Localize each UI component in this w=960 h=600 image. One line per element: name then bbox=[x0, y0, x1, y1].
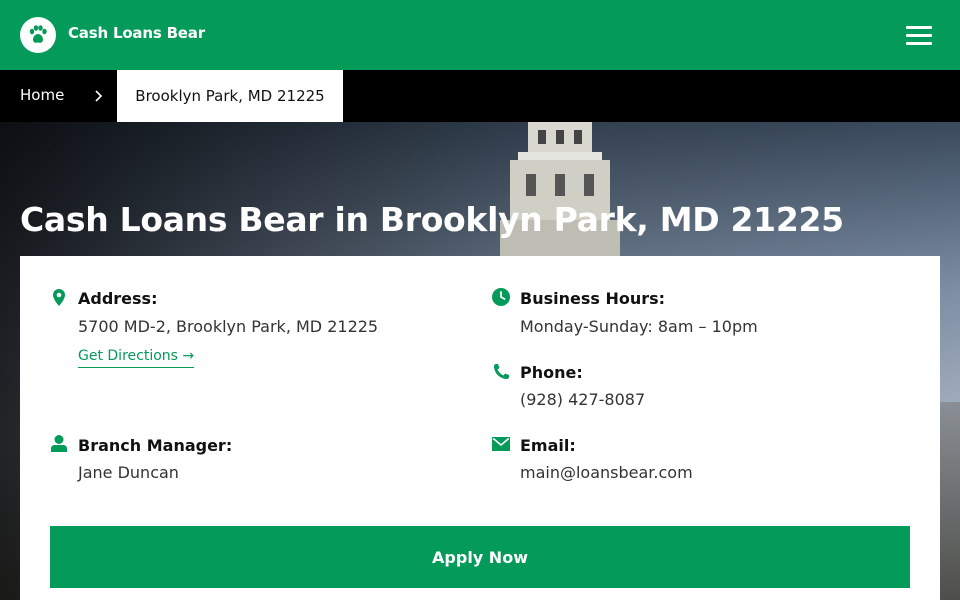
breadcrumb-home-link[interactable]: Home bbox=[20, 86, 64, 104]
business-hours-value: Monday-Sunday: 8am – 10pm bbox=[520, 317, 758, 336]
building-tower-image bbox=[500, 122, 620, 262]
envelope-icon bbox=[492, 437, 510, 451]
breadcrumb-current: Brooklyn Park, MD 21225 bbox=[117, 70, 343, 122]
location-info-card: Address: 5700 MD-2, Brooklyn Park, MD 21… bbox=[20, 256, 940, 600]
email-value[interactable]: main@loansbear.com bbox=[520, 463, 693, 482]
hamburger-line bbox=[906, 42, 932, 45]
chevron-right-icon bbox=[95, 90, 103, 102]
phone-icon bbox=[494, 364, 509, 379]
brand-name[interactable]: Cash Loans Bear bbox=[68, 24, 205, 42]
email-label: Email: bbox=[520, 436, 576, 455]
clock-icon bbox=[492, 288, 510, 306]
hamburger-line bbox=[906, 34, 932, 37]
hamburger-menu-button[interactable] bbox=[900, 22, 938, 50]
top-nav-bar: Cash Loans Bear bbox=[0, 0, 960, 70]
address-label: Address: bbox=[78, 289, 158, 308]
branch-manager-label: Branch Manager: bbox=[78, 436, 233, 455]
user-icon bbox=[51, 435, 67, 452]
address-value: 5700 MD-2, Brooklyn Park, MD 21225 bbox=[78, 317, 379, 336]
map-pin-icon bbox=[53, 289, 65, 306]
phone-value[interactable]: (928) 427-8087 bbox=[520, 390, 645, 409]
page-title: Cash Loans Bear in Brooklyn Park, MD 212… bbox=[20, 200, 844, 239]
branch-manager-value: Jane Duncan bbox=[78, 463, 179, 482]
arrow-right-icon: → bbox=[182, 348, 195, 364]
get-directions-link[interactable]: Get Directions → bbox=[78, 348, 195, 368]
breadcrumb: Home Brooklyn Park, MD 21225 bbox=[0, 70, 960, 122]
paw-icon bbox=[29, 25, 47, 43]
hamburger-menu-icon bbox=[906, 26, 932, 29]
business-hours-label: Business Hours: bbox=[520, 289, 666, 308]
phone-label: Phone: bbox=[520, 363, 583, 382]
apply-now-button[interactable]: Apply Now bbox=[50, 526, 910, 588]
tree-image bbox=[940, 402, 960, 600]
get-directions-label: Get Directions bbox=[78, 348, 178, 364]
logo[interactable] bbox=[20, 17, 56, 53]
